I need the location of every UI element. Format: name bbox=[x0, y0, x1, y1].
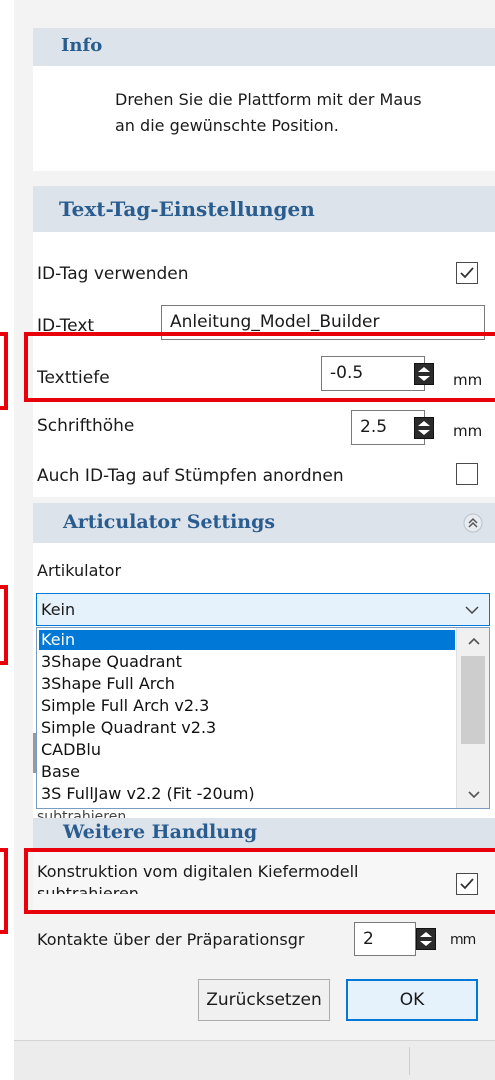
list-item[interactable]: 3S FullJaw v2.2 (Fit -20um) bbox=[39, 784, 455, 804]
list-item[interactable]: Simple Quadrant v2.3 bbox=[39, 718, 455, 738]
status-bar-divider bbox=[409, 1047, 410, 1075]
collapse-chevron-icon[interactable] bbox=[463, 513, 483, 533]
id-text-input[interactable]: Anleitung_Model_Builder bbox=[161, 305, 485, 340]
info-header[interactable]: Info bbox=[33, 28, 495, 66]
contacts-label: Kontakte über der Präparationsgr bbox=[37, 930, 305, 949]
further-header[interactable]: Weitere Handlung bbox=[33, 818, 495, 848]
info-body: Drehen Sie die Plattform mit der Maus an… bbox=[33, 66, 495, 171]
list-item[interactable]: 3Shape Quadrant bbox=[39, 652, 455, 672]
articulator-dropdown-list[interactable]: Kein 3Shape Quadrant 3Shape Full Arch Si… bbox=[36, 627, 490, 809]
spinner-arrows-icon bbox=[420, 932, 432, 946]
use-id-tag-checkbox[interactable] bbox=[456, 262, 478, 284]
checkmark-icon bbox=[460, 267, 474, 279]
further-body: Konstruktion vom digitalen Kiefermodell … bbox=[33, 848, 495, 910]
font-height-label: Schrifthöhe bbox=[37, 416, 135, 436]
id-tag-on-dies-checkbox[interactable] bbox=[456, 463, 478, 485]
further-title: Weitere Handlung bbox=[63, 821, 258, 843]
subtract-checkbox[interactable] bbox=[456, 873, 478, 895]
info-message-line1: Drehen Sie die Plattform mit der Maus bbox=[115, 90, 422, 109]
checkmark-icon bbox=[460, 878, 474, 890]
subtract-label-line2: subtrahieren bbox=[37, 884, 139, 894]
contacts-input[interactable]: 2 bbox=[354, 922, 416, 956]
list-scrollbar[interactable] bbox=[456, 628, 489, 808]
info-message-line2: an die gewünschte Position. bbox=[115, 116, 339, 135]
list-item[interactable]: Kein bbox=[39, 630, 455, 650]
scroll-down-icon[interactable] bbox=[467, 790, 481, 800]
contacts-unit: mm bbox=[450, 932, 476, 948]
articulator-header[interactable]: Articulator Settings bbox=[33, 503, 495, 543]
font-height-spinner[interactable] bbox=[414, 417, 434, 439]
text-depth-spinner[interactable] bbox=[414, 363, 434, 385]
spinner-arrows-icon bbox=[418, 367, 430, 381]
ok-button[interactable]: OK bbox=[346, 979, 478, 1021]
text-tag-title: Text-Tag-Einstellungen bbox=[59, 197, 315, 221]
id-tag-on-dies-label: Auch ID-Tag auf Stümpfen anordnen bbox=[37, 466, 344, 486]
articulator-label: Artikulator bbox=[37, 561, 122, 580]
text-depth-label: Texttiefe bbox=[37, 368, 110, 388]
list-item[interactable]: Simple Full Arch v2.3 bbox=[39, 696, 455, 716]
articulator-selected-value: Kein bbox=[41, 600, 76, 619]
text-depth-input[interactable]: -0.5 bbox=[321, 356, 425, 391]
info-title: Info bbox=[61, 35, 103, 56]
articulator-combobox[interactable]: Kein bbox=[36, 593, 490, 626]
chevron-down-icon bbox=[465, 606, 479, 615]
reset-button[interactable]: Zurücksetzen bbox=[198, 979, 330, 1021]
text-depth-unit: mm bbox=[453, 371, 483, 389]
list-item[interactable]: 3Shape Full Arch bbox=[39, 674, 455, 694]
left-edge-strip bbox=[0, 0, 14, 1080]
articulator-title: Articulator Settings bbox=[63, 511, 276, 533]
scroll-up-icon[interactable] bbox=[467, 636, 481, 646]
list-item[interactable]: CADBlu bbox=[39, 740, 455, 760]
font-height-unit: mm bbox=[453, 422, 483, 440]
subtract-label-line1: Konstruktion vom digitalen Kiefermodell bbox=[37, 862, 359, 881]
text-tag-header[interactable]: Text-Tag-Einstellungen bbox=[33, 186, 495, 232]
id-text-label: ID-Text bbox=[37, 316, 95, 336]
scrollbar-thumb[interactable] bbox=[461, 656, 485, 744]
use-id-tag-label: ID-Tag verwenden bbox=[37, 264, 189, 284]
text-tag-body: ID-Tag verwenden ID-Text Anleitung_Model… bbox=[33, 232, 495, 497]
contacts-spinner[interactable] bbox=[416, 928, 436, 950]
list-item[interactable]: Base bbox=[39, 762, 455, 782]
status-bar bbox=[14, 1040, 495, 1080]
spinner-arrows-icon bbox=[418, 421, 430, 435]
